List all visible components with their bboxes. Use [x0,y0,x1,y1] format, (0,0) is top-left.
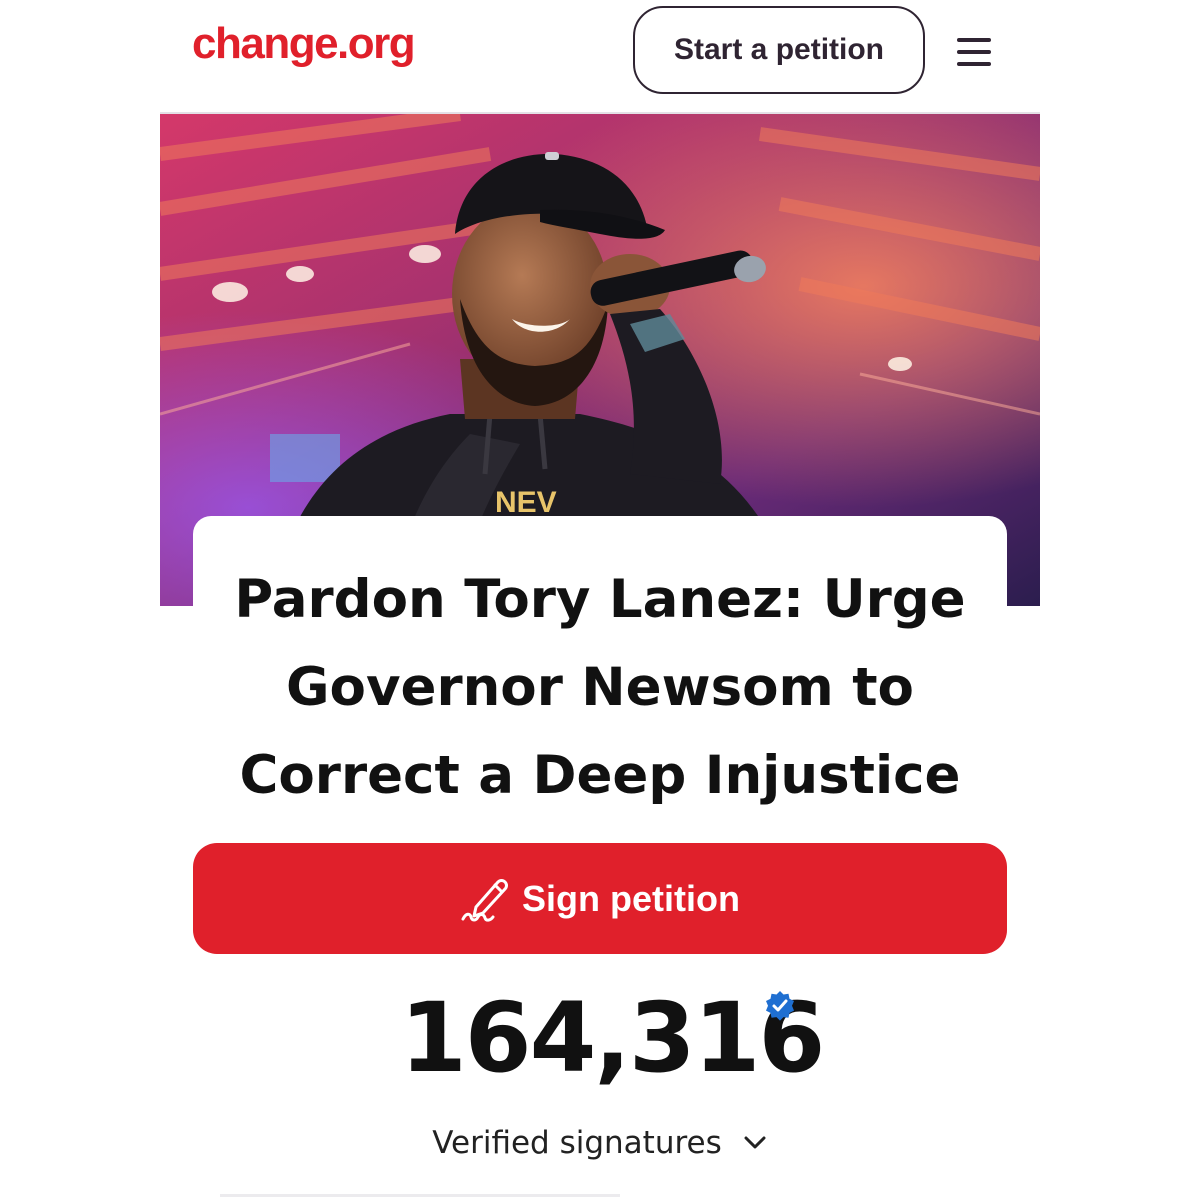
title-card: Pardon Tory Lanez: Urge Governor Newsom … [193,516,1007,816]
site-header: change.org Start a petition [160,0,1040,114]
verified-signatures-toggle[interactable]: Verified signatures [0,1118,1200,1168]
sign-petition-button[interactable]: Sign petition [193,843,1007,954]
verified-badge-icon [766,991,794,1021]
start-petition-button[interactable]: Start a petition [633,6,925,94]
signature-count: 164,316 [400,982,825,1094]
svg-text:NEV: NEV [495,486,557,519]
change-org-logo[interactable]: change.org [192,22,416,66]
pen-signature-icon [461,878,509,922]
petition-page: change.org Start a petition NEV Pardon T… [0,0,1200,1200]
chevron-down-icon [744,1136,766,1149]
verified-signatures-label: Verified signatures [432,1125,722,1161]
divider [220,1194,620,1197]
sign-petition-label: Sign petition [522,877,740,919]
hamburger-menu-icon[interactable] [955,36,995,68]
petition-title: Pardon Tory Lanez: Urge Governor Newsom … [234,569,966,806]
